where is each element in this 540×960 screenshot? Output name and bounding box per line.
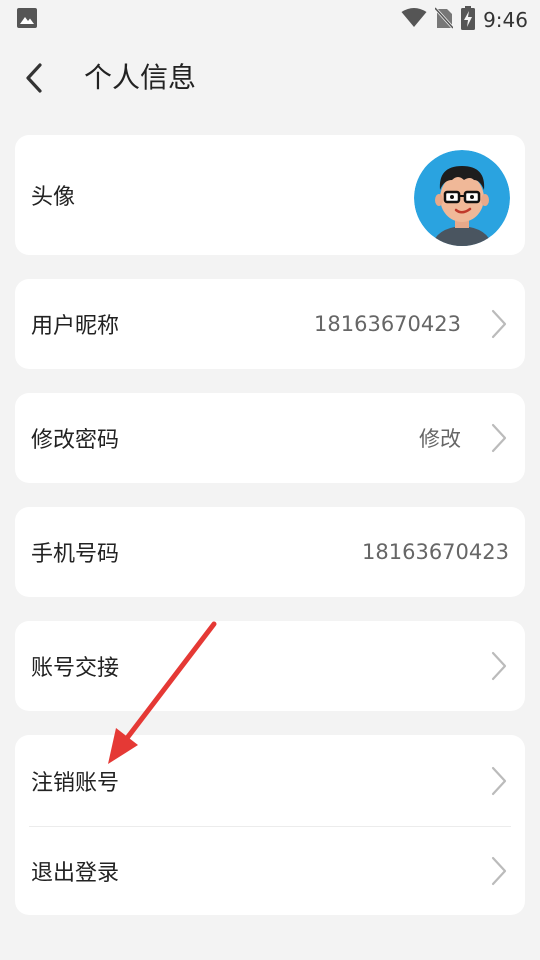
password-card: 修改密码 修改 bbox=[15, 393, 525, 483]
back-arrow-icon bbox=[24, 62, 44, 98]
avatar-row[interactable]: 头像 bbox=[15, 135, 525, 255]
status-bar: 9:46 bbox=[0, 0, 540, 36]
nickname-card: 用户昵称 18163670423 bbox=[15, 279, 525, 369]
phone-label: 手机号码 bbox=[31, 542, 120, 567]
chevron-right-icon bbox=[489, 308, 509, 340]
chevron-right-icon bbox=[489, 855, 509, 887]
account-actions-card: 注销账号 退出登录 bbox=[15, 735, 525, 915]
handover-card: 账号交接 bbox=[15, 621, 525, 711]
image-notification-icon bbox=[17, 8, 37, 32]
nickname-row[interactable]: 用户昵称 18163670423 bbox=[15, 279, 525, 369]
wifi-icon bbox=[401, 8, 427, 32]
phone-row: 手机号码 18163670423 bbox=[15, 507, 525, 597]
status-time: 9:46 bbox=[483, 8, 528, 32]
nickname-label: 用户昵称 bbox=[31, 314, 120, 339]
change-password-label: 修改密码 bbox=[31, 428, 120, 453]
logout-label: 退出登录 bbox=[31, 861, 120, 886]
logout-row[interactable]: 退出登录 bbox=[15, 827, 525, 915]
avatar-card: 头像 bbox=[15, 135, 525, 255]
avatar-label: 头像 bbox=[31, 185, 76, 210]
avatar[interactable] bbox=[414, 150, 510, 246]
battery-charging-icon bbox=[461, 6, 476, 34]
chevron-right-icon bbox=[489, 422, 509, 454]
no-sim-icon bbox=[433, 6, 455, 33]
page-title: 个人信息 bbox=[84, 61, 197, 94]
account-handover-label: 账号交接 bbox=[31, 656, 120, 681]
account-handover-row[interactable]: 账号交接 bbox=[15, 621, 525, 711]
header-bar: 个人信息 bbox=[0, 44, 540, 116]
nickname-value: 18163670423 bbox=[314, 312, 461, 336]
phone-card: 手机号码 18163670423 bbox=[15, 507, 525, 597]
change-password-value: 修改 bbox=[419, 427, 461, 451]
change-password-row[interactable]: 修改密码 修改 bbox=[15, 393, 525, 483]
back-button[interactable] bbox=[14, 60, 54, 100]
cancel-account-row[interactable]: 注销账号 bbox=[15, 735, 525, 826]
phone-value: 18163670423 bbox=[362, 540, 509, 564]
chevron-right-icon bbox=[489, 650, 509, 682]
chevron-right-icon bbox=[489, 765, 509, 797]
cancel-account-label: 注销账号 bbox=[31, 770, 120, 796]
